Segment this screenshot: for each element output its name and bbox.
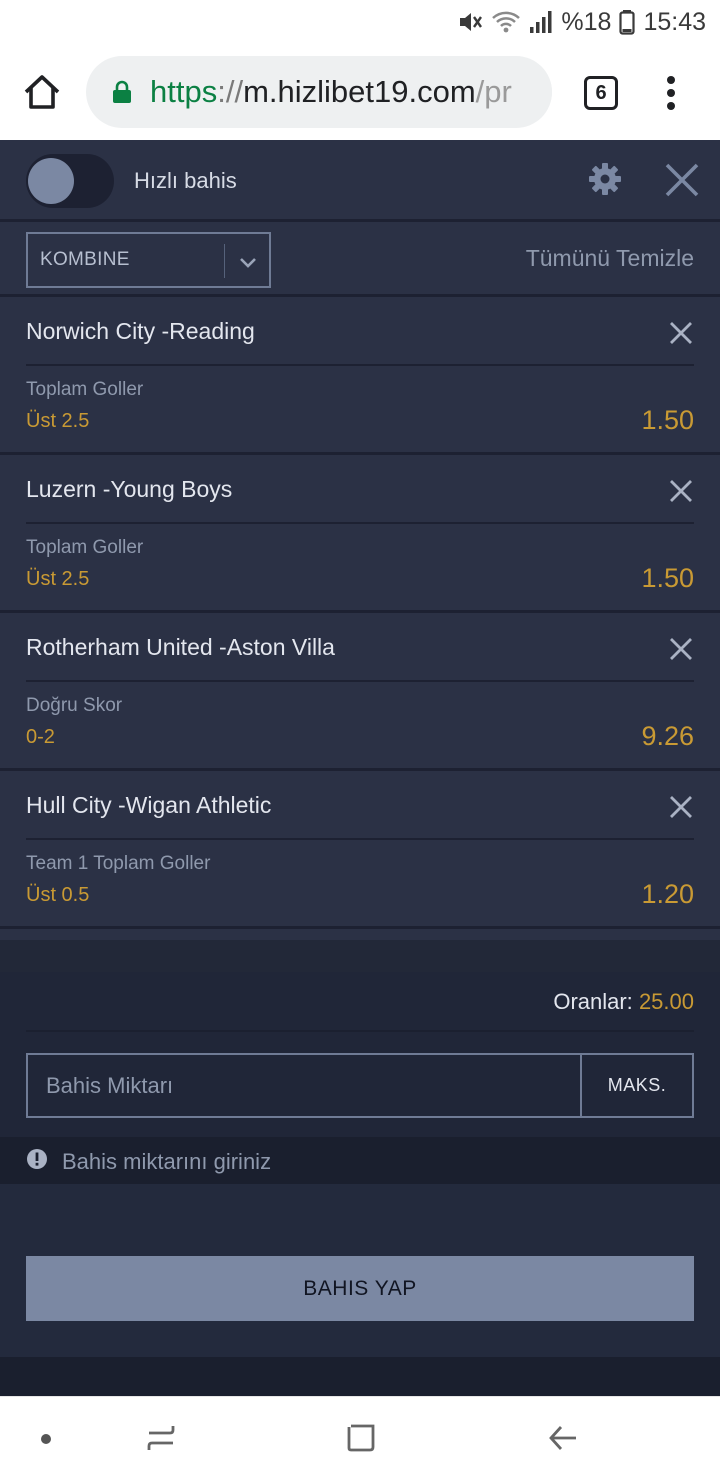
home-icon[interactable]: [22, 72, 62, 112]
mute-icon: [457, 9, 483, 35]
selection: Üst 2.5: [26, 410, 90, 432]
quick-bet-toggle[interactable]: [26, 154, 114, 208]
signal-icon: [529, 9, 553, 35]
place-bet-area: BAHIS YAP: [0, 1184, 720, 1357]
url-separator: ://: [217, 74, 244, 109]
stake-field: MAKS.: [26, 1053, 694, 1118]
divider: [26, 838, 694, 840]
odd-value: 1.50: [641, 563, 694, 593]
toggle-knob: [28, 158, 74, 204]
betslip-summary: Oranlar: 25.00 MAKS.: [0, 972, 720, 1137]
market-name: Team 1 Toplam Goller: [26, 853, 211, 874]
close-icon[interactable]: [668, 794, 694, 820]
stake-warning: Bahis miktarını giriniz: [0, 1137, 720, 1184]
bet-type-select[interactable]: KOMBINE: [26, 232, 271, 288]
odd-value: 1.20: [641, 879, 694, 909]
odd-value: 9.26: [641, 721, 694, 751]
menu-dots-icon[interactable]: [660, 72, 682, 114]
odd-value: 1.50: [641, 405, 694, 435]
alert-icon: [26, 1148, 48, 1170]
divider: [26, 680, 694, 682]
system-nav-bar: [0, 1396, 720, 1480]
match-title: Norwich City -Reading: [26, 318, 255, 344]
quick-bet-label: Hızlı bahis: [134, 168, 237, 193]
max-stake-button[interactable]: MAKS.: [580, 1055, 692, 1116]
close-icon[interactable]: [668, 320, 694, 346]
total-odds-label: Oranlar:: [553, 989, 633, 1014]
url-text: https://m.hizlibet19.com/pr: [150, 74, 512, 110]
market-name: Doğru Skor: [26, 695, 123, 716]
nav-dot[interactable]: [41, 1434, 51, 1444]
total-odds: Oranlar: 25.00: [553, 989, 694, 1015]
gear-icon[interactable]: [588, 162, 622, 196]
wifi-icon: [491, 9, 521, 35]
close-icon[interactable]: [668, 478, 694, 504]
back-icon[interactable]: [546, 1421, 580, 1455]
bet-item: Rotherham United -Aston Villa Doğru Skor…: [0, 616, 720, 771]
select-divider: [224, 244, 225, 278]
bet-item: Luzern -Young Boys Toplam Goller Üst 2.5…: [0, 458, 720, 613]
selection: 0-2: [26, 726, 55, 748]
bet-type-value: KOMBINE: [40, 249, 130, 270]
market-name: Toplam Goller: [26, 537, 144, 558]
place-bet-button[interactable]: BAHIS YAP: [26, 1256, 694, 1321]
warning-text: Bahis miktarını giriniz: [62, 1149, 272, 1174]
url-path: /pr: [475, 74, 512, 109]
chevron-down-icon: [236, 250, 260, 274]
recent-apps-icon[interactable]: [144, 1421, 178, 1455]
close-icon[interactable]: [664, 162, 700, 198]
section-gap: [0, 940, 720, 972]
betslip-header: Hızlı bahis: [0, 140, 720, 222]
url-host: m.hizlibet19.com: [243, 74, 476, 109]
selection: Üst 2.5: [26, 568, 90, 590]
battery-percent: %18: [561, 7, 612, 36]
browser-toolbar: https://m.hizlibet19.com/pr 6: [0, 44, 720, 140]
stake-input[interactable]: [28, 1055, 580, 1116]
url-bar[interactable]: https://m.hizlibet19.com/pr: [86, 56, 552, 128]
match-title: Luzern -Young Boys: [26, 476, 233, 502]
total-odds-value: 25.00: [638, 989, 694, 1014]
url-fade: [512, 56, 552, 128]
selection: Üst 0.5: [26, 884, 90, 906]
clock: 15:43: [643, 7, 706, 36]
divider: [26, 522, 694, 524]
status-icons: %18 15:43: [457, 6, 706, 38]
betslip-controls: KOMBINE Tümünü Temizle: [0, 225, 720, 297]
match-title: Hull City -Wigan Athletic: [26, 792, 272, 818]
battery-icon: [619, 9, 636, 35]
match-title: Rotherham United -Aston Villa: [26, 634, 335, 660]
tab-switcher-button[interactable]: 6: [584, 76, 618, 110]
bet-item: Norwich City -Reading Toplam Goller Üst …: [0, 300, 720, 455]
nav-home-icon[interactable]: [344, 1421, 378, 1455]
status-bar: %18 15:43: [0, 0, 720, 44]
close-icon[interactable]: [668, 636, 694, 662]
betslip-panel: Hızlı bahis KOMBINE Tümünü Temizle Norwi…: [0, 140, 720, 1396]
divider: [26, 364, 694, 366]
clear-all-button[interactable]: Tümünü Temizle: [526, 245, 694, 272]
divider: [26, 1030, 694, 1032]
bottom-band: [0, 1357, 720, 1396]
market-name: Toplam Goller: [26, 379, 144, 400]
bet-item: Hull City -Wigan Athletic Team 1 Toplam …: [0, 774, 720, 929]
url-scheme: https: [150, 74, 218, 109]
lock-icon: [112, 80, 132, 104]
